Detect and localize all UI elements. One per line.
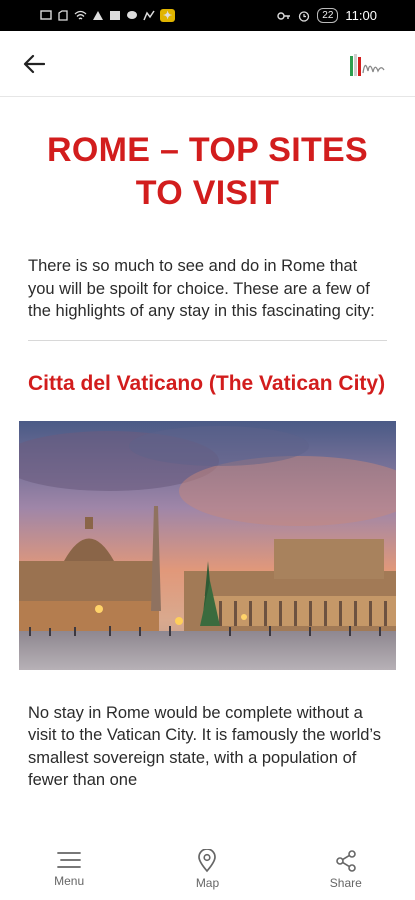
app-logo bbox=[347, 49, 387, 79]
arrow-left-icon bbox=[23, 54, 45, 73]
section-title-vatican: Citta del Vaticano (The Vatican City) bbox=[28, 371, 386, 395]
nav-share-label: Share bbox=[329, 876, 362, 890]
article-content: ROME – TOP SITES TO VISIT There is so mu… bbox=[0, 98, 415, 843]
app-bar bbox=[0, 31, 415, 97]
intro-paragraph: There is so much to see and do in Rome t… bbox=[28, 257, 375, 320]
cast-icon bbox=[93, 11, 103, 20]
italy-logo-icon bbox=[350, 53, 385, 76]
image-icon bbox=[110, 11, 120, 20]
clock: 11:00 bbox=[345, 8, 377, 23]
chat-icon bbox=[127, 11, 137, 19]
vatican-paragraph: No stay in Rome would be complete withou… bbox=[28, 703, 382, 790]
accessibility-icon: ✦ bbox=[160, 9, 176, 22]
back-button[interactable] bbox=[20, 50, 48, 78]
map-pin-icon bbox=[198, 849, 217, 873]
share-icon bbox=[336, 850, 356, 872]
status-right-icons: 22 11:00 bbox=[277, 8, 377, 23]
status-bar: ✦ 22 11:00 bbox=[0, 0, 415, 31]
page-title: ROME – TOP SITES TO VISIT bbox=[47, 131, 368, 212]
battery-indicator: 22 bbox=[317, 8, 339, 23]
sim-icon bbox=[58, 10, 68, 21]
vatican-photo bbox=[19, 420, 396, 670]
app-icon bbox=[143, 10, 155, 21]
nav-map-label: Map bbox=[195, 876, 220, 890]
menu-icon bbox=[57, 852, 82, 868]
wifi-icon bbox=[74, 10, 87, 20]
message-icon bbox=[40, 10, 52, 20]
nav-menu[interactable]: Menu bbox=[14, 849, 124, 888]
nav-map[interactable]: Map bbox=[152, 849, 262, 890]
key-icon bbox=[277, 11, 291, 20]
nav-share[interactable]: Share bbox=[291, 849, 401, 890]
bottom-navigation: Menu Map Share bbox=[0, 843, 415, 900]
alarm-icon bbox=[299, 10, 310, 22]
status-left-icons: ✦ bbox=[40, 9, 176, 22]
divider bbox=[28, 339, 387, 341]
nav-menu-label: Menu bbox=[54, 874, 85, 888]
